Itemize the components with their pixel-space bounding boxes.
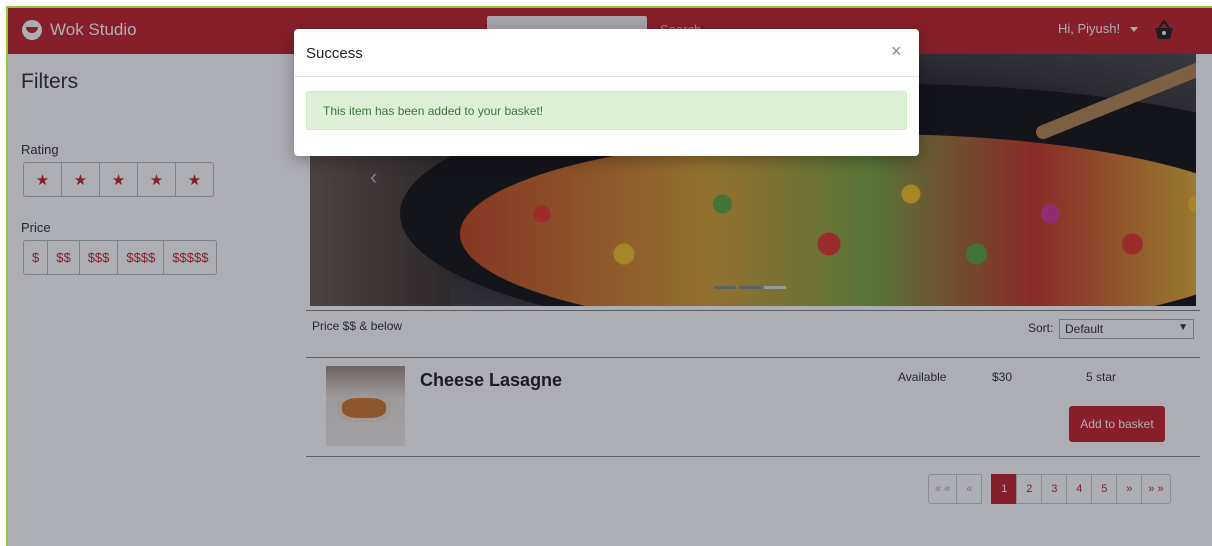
close-icon[interactable]: × <box>891 41 902 62</box>
success-modal: Success × This item has been added to yo… <box>294 29 919 156</box>
modal-title: Success <box>306 45 363 62</box>
success-alert: This item has been added to your basket! <box>306 91 907 130</box>
modal-header: Success × <box>294 29 919 77</box>
app-frame: Wok Studio Search Hi, Piyush! Filters Ra… <box>6 6 1212 546</box>
